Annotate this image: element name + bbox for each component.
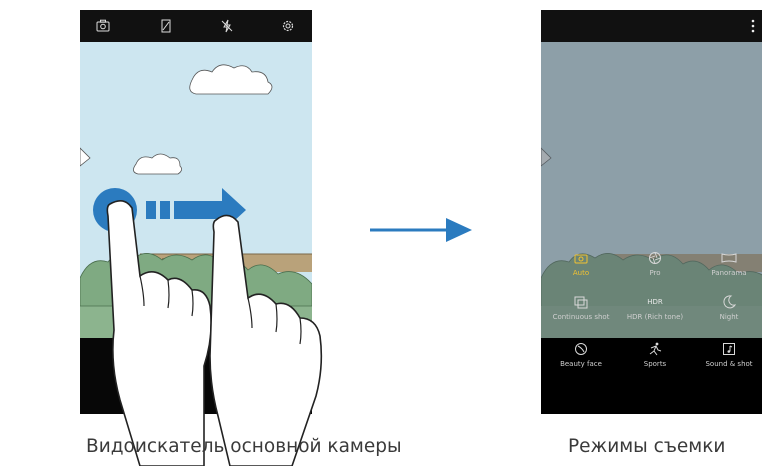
transition-arrow-icon [370, 218, 472, 242]
aperture-icon [649, 252, 661, 264]
mode-panorama[interactable]: Panorama [691, 250, 762, 277]
hdr-icon: HDR [647, 298, 663, 306]
hand-left-icon [106, 200, 212, 466]
shooting-modes-screen: Auto Pro Panorama Continuous shot HDR HD… [541, 10, 762, 414]
music-note-icon [723, 343, 735, 355]
mode-label: Auto [572, 269, 590, 277]
beauty-face-icon [575, 343, 587, 355]
mode-hdr[interactable]: HDR HDR (Rich tone) [617, 294, 693, 321]
mode-label: Continuous shot [552, 313, 610, 321]
mode-beauty-face[interactable]: Beauty face [543, 341, 619, 368]
mode-label: Sound & shot [705, 360, 753, 368]
camera-icon [574, 254, 588, 264]
more-options-icon[interactable] [743, 16, 762, 36]
settings-icon[interactable] [278, 16, 298, 36]
hdr-icon[interactable] [156, 16, 176, 36]
mode-label: Night [719, 313, 739, 321]
mode-night[interactable]: Night [691, 294, 762, 321]
mode-label: Pro [649, 269, 661, 277]
mode-pro[interactable]: Pro [617, 250, 693, 277]
shooting-modes-caption: Режимы съемки [568, 436, 726, 457]
selfie-switch-icon[interactable] [93, 16, 113, 36]
mode-sound-and-shot[interactable]: Sound & shot [691, 341, 762, 368]
swipe-gesture-illustration [93, 188, 323, 466]
mode-label: HDR (Rich tone) [626, 313, 684, 321]
moon-icon [723, 295, 737, 309]
mode-label: Panorama [711, 269, 747, 277]
mode-auto[interactable]: Auto [543, 250, 619, 277]
mode-sports[interactable]: Sports [617, 341, 693, 368]
mode-label: Beauty face [560, 360, 602, 368]
viewfinder-caption: Видоискатель основной камеры [86, 436, 402, 457]
burst-icon [574, 296, 588, 309]
mode-label: Sports [643, 360, 667, 368]
panorama-icon [721, 253, 737, 263]
sports-icon [649, 342, 662, 356]
flash-off-icon[interactable] [217, 16, 237, 36]
mode-continuous-shot[interactable]: Continuous shot [543, 294, 619, 321]
camera-toolbar [80, 10, 312, 42]
camera-toolbar [541, 10, 762, 42]
hand-right-icon [209, 214, 323, 466]
